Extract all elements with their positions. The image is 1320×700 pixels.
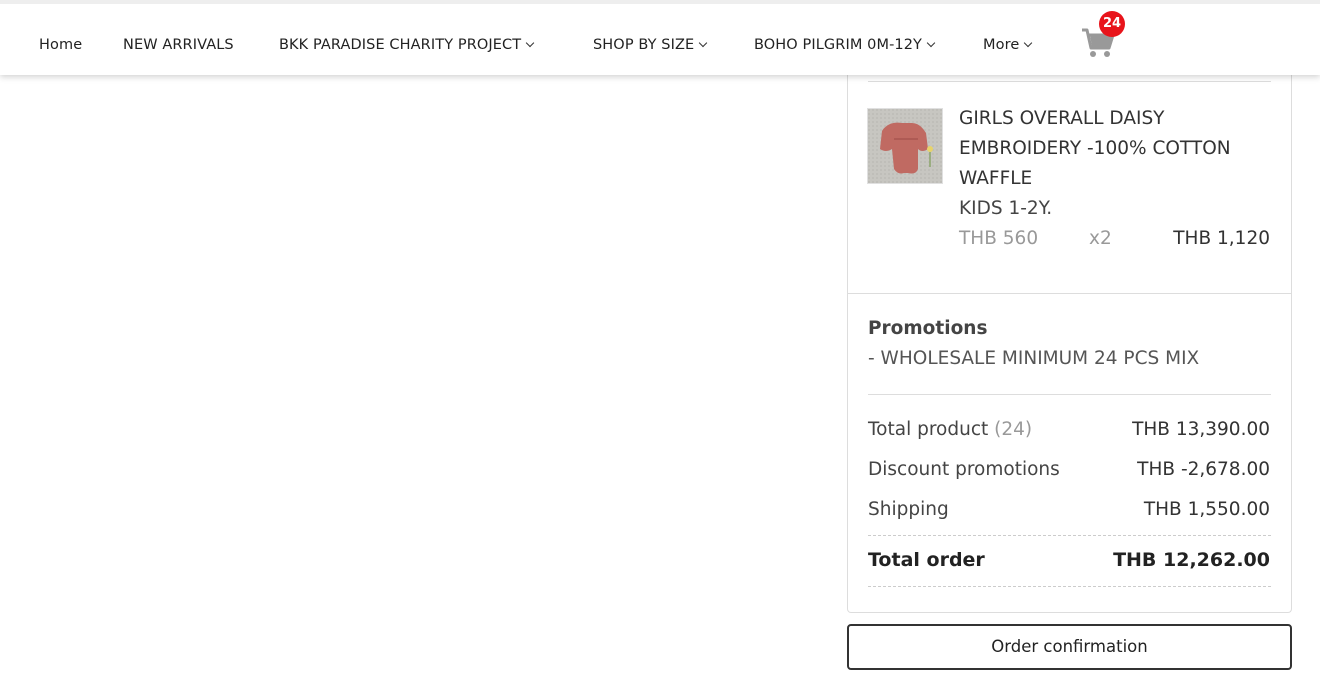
divider [848, 293, 1291, 294]
order-summary-panel: GIRLS OVERALL DAISY EMBROIDERY -100% COT… [847, 60, 1292, 613]
product-thumbnail[interactable] [867, 108, 943, 184]
nav-shop-by-size[interactable]: SHOP BY SIZE [593, 37, 708, 53]
shipping-value: THB 1,550.00 [1143, 499, 1270, 520]
chevron-down-icon [699, 38, 708, 48]
total-order-label: Total order [868, 549, 985, 571]
divider [868, 586, 1271, 587]
top-navigation: Home NEW ARRIVALS BKK PARADISE CHARITY P… [0, 0, 1320, 75]
nav-charity-project[interactable]: BKK PARADISE CHARITY PROJECT [279, 37, 535, 53]
nav-new-arrivals-label: NEW ARRIVALS [123, 37, 234, 53]
chevron-down-icon [525, 38, 535, 48]
product-name[interactable]: GIRLS OVERALL DAISY EMBROIDERY -100% COT… [959, 104, 1259, 194]
promotion-item: - WHOLESALE MINIMUM 24 PCS MIX [868, 348, 1200, 369]
promotions-title: Promotions [868, 318, 988, 339]
nav-new-arrivals[interactable]: NEW ARRIVALS [123, 37, 234, 53]
nav-home[interactable]: Home [39, 37, 82, 53]
divider [868, 535, 1271, 536]
nav-more[interactable]: More [983, 37, 1033, 53]
chevron-down-icon [926, 38, 936, 48]
divider [868, 81, 1271, 82]
total-order-value: THB 12,262.00 [1113, 549, 1270, 571]
total-product-count: (24) [994, 419, 1033, 440]
shipping-label: Shipping [868, 499, 949, 520]
divider [868, 394, 1271, 395]
product-quantity: x2 [1089, 228, 1112, 249]
cart-count-badge: 24 [1099, 11, 1125, 37]
nav-boho-pilgrim-label: BOHO PILGRIM 0M-12Y [754, 37, 923, 53]
total-product-value: THB 13,390.00 [1132, 419, 1270, 440]
nav-charity-project-label: BKK PARADISE CHARITY PROJECT [279, 37, 522, 53]
total-product-label: Total product (24) [868, 415, 1032, 445]
discount-value: THB -2,678.00 [1137, 459, 1270, 480]
product-unit-price: THB 560 [959, 228, 1039, 249]
product-image [868, 109, 942, 183]
chevron-down-icon [1024, 38, 1033, 48]
nav-more-label: More [983, 37, 1020, 53]
nav-shop-by-size-label: SHOP BY SIZE [593, 37, 695, 53]
order-confirmation-button[interactable]: Order confirmation [847, 624, 1292, 670]
product-variant: KIDS 1-2Y. [959, 198, 1053, 219]
total-product-label-text: Total product [868, 419, 989, 440]
nav-home-label: Home [39, 37, 83, 53]
discount-label: Discount promotions [868, 459, 1060, 480]
nav-boho-pilgrim[interactable]: BOHO PILGRIM 0M-12Y [754, 37, 936, 53]
product-line-total: THB 1,120 [1173, 228, 1270, 249]
